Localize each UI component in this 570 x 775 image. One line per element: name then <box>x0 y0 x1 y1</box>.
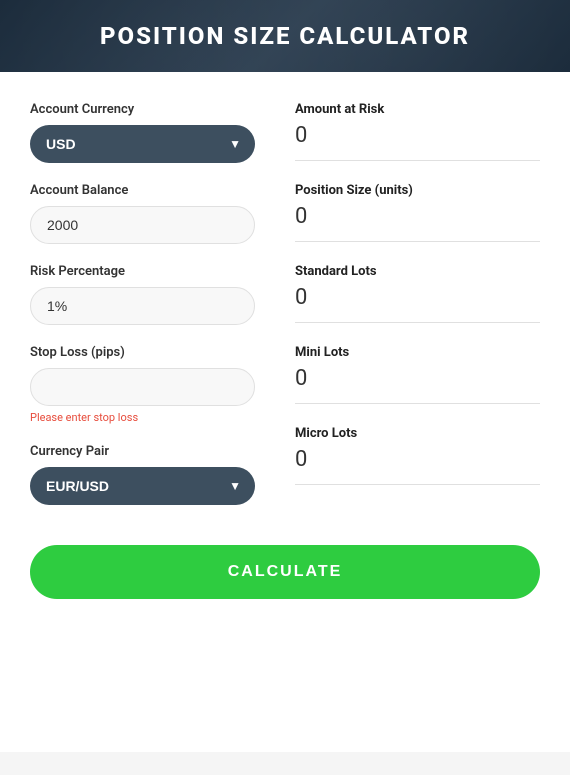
mini-lots-value: 0 <box>295 366 540 391</box>
account-currency-group: Account Currency USD EUR GBP JPY ▼ <box>30 102 255 163</box>
micro-lots-value: 0 <box>295 447 540 472</box>
risk-percentage-label: Risk Percentage <box>30 264 255 279</box>
page-header: POSITION SIZE CALCULATOR <box>0 0 570 72</box>
stop-loss-group: Stop Loss (pips) Please enter stop loss <box>30 345 255 424</box>
amount-at-risk-value: 0 <box>295 123 540 148</box>
calculate-button[interactable]: CALCULATE <box>30 545 540 599</box>
account-balance-label: Account Balance <box>30 183 255 198</box>
left-column: Account Currency USD EUR GBP JPY ▼ Accou… <box>30 102 285 525</box>
mini-lots-label: Mini Lots <box>295 345 540 360</box>
form-grid: Account Currency USD EUR GBP JPY ▼ Accou… <box>30 102 540 525</box>
position-size-value: 0 <box>295 204 540 229</box>
standard-lots-group: Standard Lots 0 <box>295 264 540 323</box>
stop-loss-input[interactable] <box>30 368 255 406</box>
main-content: Account Currency USD EUR GBP JPY ▼ Accou… <box>0 72 570 752</box>
amount-at-risk-label: Amount at Risk <box>295 102 540 117</box>
currency-pair-wrapper: EUR/USD GBP/USD USD/JPY AUD/USD ▼ <box>30 467 255 505</box>
position-size-group: Position Size (units) 0 <box>295 183 540 242</box>
position-size-label: Position Size (units) <box>295 183 540 198</box>
stop-loss-error: Please enter stop loss <box>30 411 255 424</box>
button-row: CALCULATE <box>30 545 540 619</box>
risk-percentage-input[interactable] <box>30 287 255 325</box>
micro-lots-group: Micro Lots 0 <box>295 426 540 485</box>
micro-lots-label: Micro Lots <box>295 426 540 441</box>
standard-lots-label: Standard Lots <box>295 264 540 279</box>
account-currency-wrapper: USD EUR GBP JPY ▼ <box>30 125 255 163</box>
standard-lots-value: 0 <box>295 285 540 310</box>
account-balance-input[interactable] <box>30 206 255 244</box>
right-column: Amount at Risk 0 Position Size (units) 0… <box>285 102 540 525</box>
account-currency-label: Account Currency <box>30 102 255 117</box>
account-balance-group: Account Balance <box>30 183 255 244</box>
stop-loss-label: Stop Loss (pips) <box>30 345 255 360</box>
page-title: POSITION SIZE CALCULATOR <box>20 22 550 50</box>
currency-pair-label: Currency Pair <box>30 444 255 459</box>
currency-pair-select[interactable]: EUR/USD GBP/USD USD/JPY AUD/USD <box>30 467 255 505</box>
currency-pair-group: Currency Pair EUR/USD GBP/USD USD/JPY AU… <box>30 444 255 505</box>
mini-lots-group: Mini Lots 0 <box>295 345 540 404</box>
amount-at-risk-group: Amount at Risk 0 <box>295 102 540 161</box>
account-currency-select[interactable]: USD EUR GBP JPY <box>30 125 255 163</box>
risk-percentage-group: Risk Percentage <box>30 264 255 325</box>
